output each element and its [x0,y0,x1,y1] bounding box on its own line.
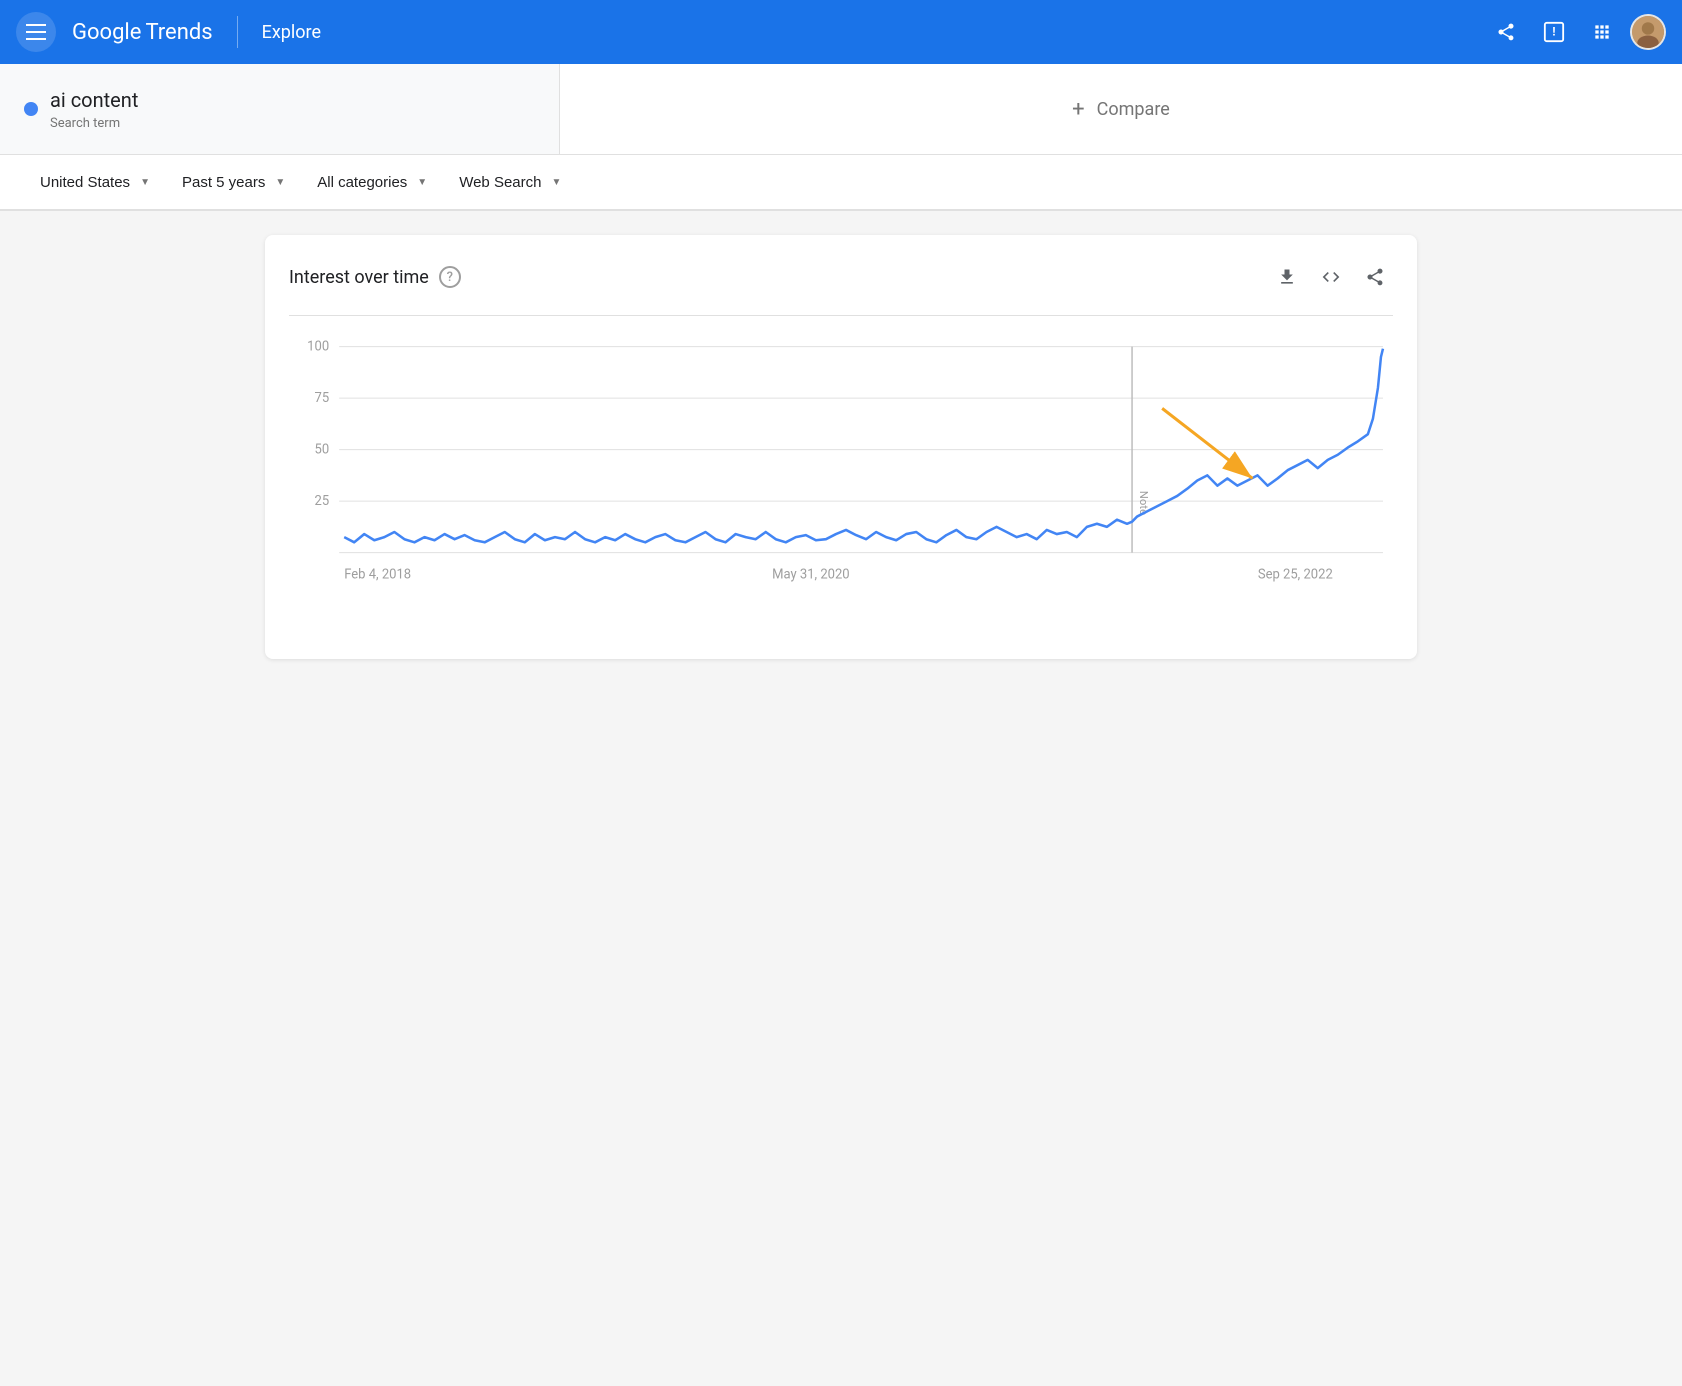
compare-box[interactable]: + Compare [560,64,1682,154]
feedback-button[interactable]: ! [1534,12,1574,52]
google-trends-logo[interactable]: Google Trends [72,20,213,45]
menu-button[interactable] [16,12,56,52]
location-caret-icon: ▼ [140,177,150,188]
search-term-text: ai content Search term [50,88,138,131]
share-icon [1496,22,1516,42]
embed-icon [1321,267,1341,287]
chart-container: 100 75 50 25 Note Feb 4, 2018 [289,315,1393,635]
embed-button[interactable] [1313,259,1349,295]
help-button[interactable]: ? [439,266,461,288]
search-area: ai content Search term + Compare [0,64,1682,155]
download-button[interactable] [1269,259,1305,295]
hamburger-icon [26,24,46,40]
user-avatar[interactable] [1630,14,1666,50]
card-title-row: Interest over time ? [289,266,461,288]
svg-text:!: ! [1552,25,1556,39]
svg-text:25: 25 [314,494,329,509]
filters-bar: United States ▼ Past 5 years ▼ All categ… [0,155,1682,211]
avatar-image [1632,16,1664,48]
search-type-caret-icon: ▼ [551,177,561,188]
download-icon [1277,267,1297,287]
time-filter[interactable]: Past 5 years ▼ [166,166,301,199]
search-type-filter[interactable]: Web Search ▼ [443,166,577,199]
time-filter-label: Past 5 years [182,174,265,191]
header-actions: ! [1486,12,1666,52]
app-header: Google Trends Explore ! [0,0,1682,64]
compare-plus-icon: + [1072,97,1084,122]
svg-text:50: 50 [314,443,329,458]
feedback-icon: ! [1543,21,1565,43]
time-caret-icon: ▼ [275,177,285,188]
help-icon: ? [447,270,453,285]
apps-button[interactable] [1582,12,1622,52]
chart-svg: 100 75 50 25 Note Feb 4, 2018 [289,326,1393,635]
location-filter[interactable]: United States ▼ [24,166,166,199]
svg-text:May 31, 2020: May 31, 2020 [772,567,850,582]
location-filter-label: United States [40,174,130,191]
page-title: Explore [262,22,1470,43]
header-divider [237,16,238,48]
search-term-name: ai content [50,88,138,112]
main-content: Interest over time ? [241,211,1441,683]
google-wordmark: Google [72,20,141,45]
card-header: Interest over time ? [289,259,1393,295]
apps-icon [1592,22,1612,42]
category-filter[interactable]: All categories ▼ [301,166,443,199]
svg-text:100: 100 [307,340,329,355]
svg-text:Feb 4, 2018: Feb 4, 2018 [344,567,411,582]
svg-text:Sep 25, 2022: Sep 25, 2022 [1258,567,1333,582]
category-caret-icon: ▼ [417,177,427,188]
annotation-arrow [1162,408,1252,478]
share-button[interactable] [1486,12,1526,52]
card-actions [1269,259,1393,295]
trends-wordmark: Trends [145,20,212,45]
svg-text:75: 75 [314,391,329,406]
compare-label: Compare [1097,99,1170,120]
search-term-type: Search term [50,116,138,131]
search-type-filter-label: Web Search [459,174,541,191]
search-term-dot [24,102,38,116]
share-chart-button[interactable] [1357,259,1393,295]
search-term-box[interactable]: ai content Search term [0,64,560,154]
share-chart-icon [1365,267,1385,287]
interest-over-time-card: Interest over time ? [265,235,1417,659]
card-title: Interest over time [289,267,429,288]
category-filter-label: All categories [317,174,407,191]
